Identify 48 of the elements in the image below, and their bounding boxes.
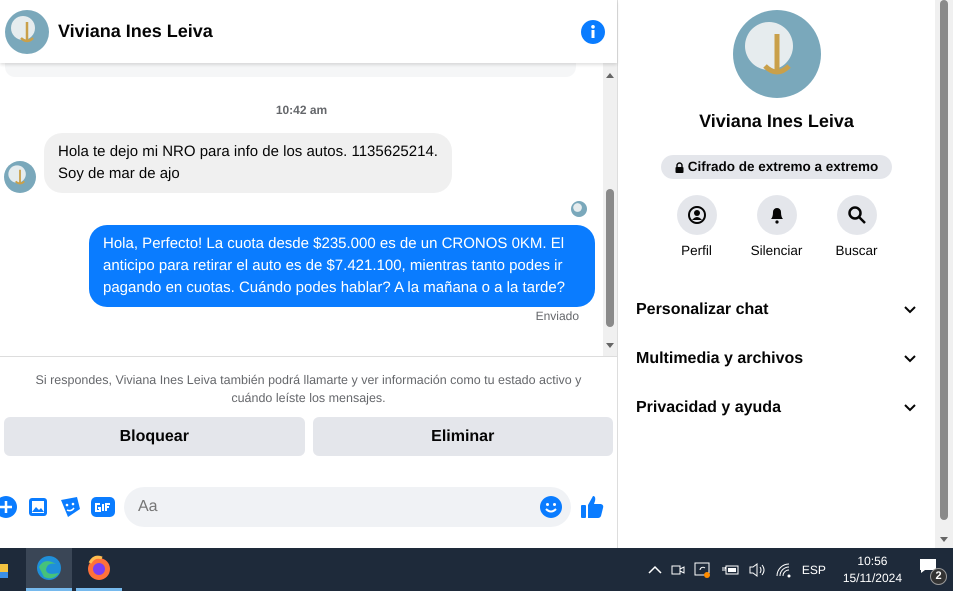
update-icon[interactable] — [694, 560, 712, 578]
action-button[interactable]: Bloquear — [4, 417, 304, 456]
thumbs-up-icon[interactable] — [579, 494, 605, 520]
scroll-down-arrow-icon[interactable] — [939, 536, 949, 544]
outgoing-message: Hola, Perfecto! La cuota desde $235.000 es de un CRONOS 0KM. El anticipo para retirar el auto es de $7.421.100, mientras tanto podes ir pagando en cuotas. Cuándo podes hablar? A la mañana o a la tarde? — [89, 225, 595, 307]
action-label: Silenciar — [750, 242, 802, 260]
section-header[interactable]: Multimedia y archivos — [618, 334, 935, 384]
search-button[interactable] — [836, 195, 876, 236]
search-icon — [846, 205, 866, 226]
contact-name: Viviana Ines Leiva — [699, 110, 854, 133]
timestamp: 10:42 am — [274, 102, 328, 119]
clock-time: 10:56 — [857, 552, 888, 570]
scroll-down-arrow-icon[interactable] — [605, 342, 615, 350]
action-label: Buscar — [835, 242, 878, 260]
contact-name: Viviana Ines Leiva — [58, 20, 214, 43]
message-field[interactable]: Aa — [124, 487, 571, 527]
incoming-message: Hola te dejo mi NRO para info de los autos. 1135625214. Soy de mar de ajo — [44, 133, 452, 193]
battery-icon[interactable] — [720, 562, 739, 576]
language-indicator[interactable]: ESP — [802, 560, 826, 578]
scroll-up-arrow-icon[interactable] — [605, 71, 615, 79]
scrollbar[interactable] — [935, 0, 953, 548]
speaker-icon[interactable] — [748, 562, 766, 578]
section-header[interactable]: Personalizar chat — [618, 286, 935, 334]
scrollbar[interactable] — [603, 63, 617, 356]
section-header[interactable]: Privacidad y ayuda — [618, 384, 935, 432]
mute-button[interactable] — [756, 195, 796, 236]
plus-icon[interactable] — [0, 495, 18, 519]
info-icon[interactable] — [581, 20, 605, 44]
clock[interactable]: 10:56 15/11/2024 — [842, 552, 902, 586]
gif-icon[interactable] — [90, 495, 116, 519]
emoji-icon[interactable] — [539, 495, 563, 519]
edge-browser-icon[interactable] — [26, 548, 72, 591]
person-icon — [686, 205, 706, 226]
lock-icon — [674, 162, 684, 173]
seen-avatar-icon — [571, 201, 587, 217]
delivery-status: Enviado — [536, 308, 579, 325]
privacy-notice: Si respondes, Viviana Ines Leiva también podrá llamarte y ver información como tu estado activo y cuándo leíste los mensajes. — [0, 356, 617, 413]
action-button[interactable]: Eliminar — [312, 417, 613, 456]
profile-button[interactable] — [676, 195, 716, 236]
avatar-image — [5, 10, 49, 54]
action-label: Perfil — [681, 242, 712, 260]
chevron-up-icon[interactable] — [648, 564, 662, 574]
sticker-icon[interactable] — [58, 495, 82, 519]
image-icon[interactable] — [26, 495, 50, 519]
message-input[interactable]: Aa — [136, 494, 539, 520]
avatar-image — [4, 161, 36, 193]
wifi-icon[interactable] — [774, 562, 793, 578]
encryption-label: Cifrado de extremo a extremo — [688, 158, 878, 176]
